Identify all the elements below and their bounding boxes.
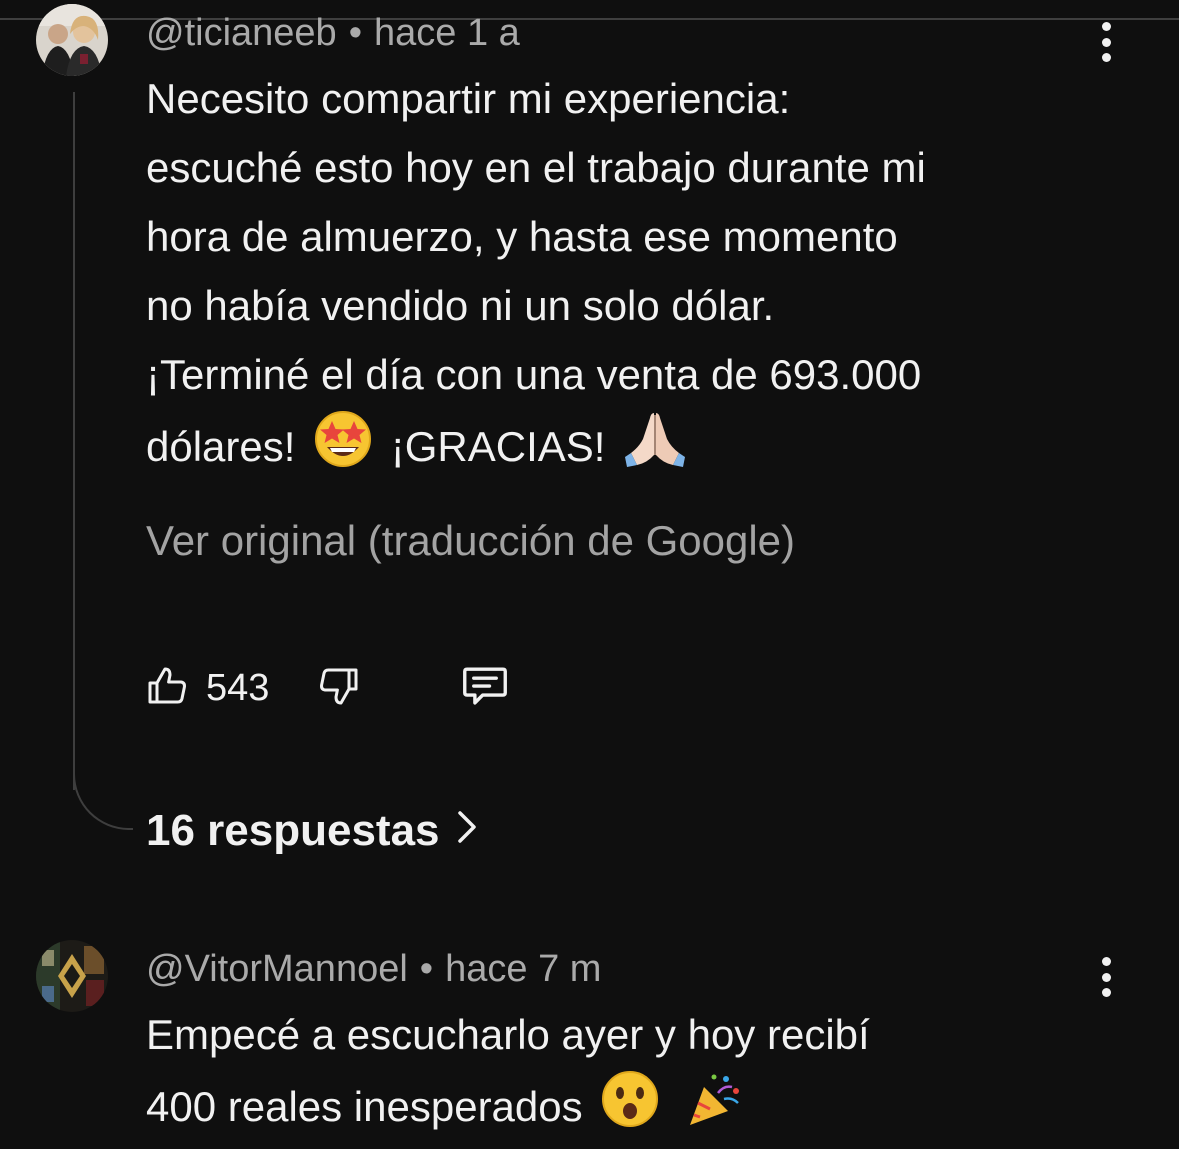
comment-meta: @ticianeeb • hace 1 a [146, 14, 520, 52]
thumbs-down-icon [314, 662, 362, 715]
reply-button[interactable] [458, 660, 512, 716]
comment-time: hace 1 a [374, 12, 520, 54]
comment-time: hace 7 m [445, 948, 602, 990]
chevron-right-icon [440, 806, 480, 856]
party-popper-emoji [684, 1069, 744, 1149]
thumbs-up-icon [144, 662, 192, 715]
comment-text-part: dólares! [146, 423, 296, 470]
comment-text-line: ¡Terminé el día con una venta de 693.000 [146, 351, 922, 398]
like-count: 543 [206, 666, 270, 709]
comment-text-line: Empecé a escucharlo ayer y hoy recibí [146, 1011, 870, 1058]
more-vert-icon[interactable] [1088, 955, 1124, 999]
comment-text-line: Necesito compartir mi experiencia: [146, 75, 791, 122]
thread-connector [73, 770, 133, 830]
comment-text-part: ¡GRACIAS! [390, 423, 606, 470]
thread-line [73, 92, 75, 790]
comment-text-line: no había vendido ni un solo dólar. [146, 282, 775, 329]
author-handle[interactable]: @VitorMannoel [146, 948, 408, 990]
folded-hands-emoji [623, 409, 687, 489]
avatar[interactable] [36, 4, 108, 76]
meta-separator: • [348, 12, 362, 54]
comment-text: Necesito compartir mi experiencia: escuc… [146, 64, 1136, 478]
meta-separator: • [419, 948, 434, 990]
comment-meta: @VitorMannoel • hace 7 m [146, 950, 601, 988]
reply-comment-icon [458, 659, 512, 718]
view-original-link[interactable]: Ver original (traducción de Google) [146, 516, 795, 566]
comment-text: Empecé a escucharlo ayer y hoy recibí 40… [146, 1000, 1136, 1138]
like-button[interactable]: 543 [144, 660, 269, 716]
comment-text-line: escuché esto hoy en el trabajo durante m… [146, 144, 926, 191]
comment-text-line: hora de almuerzo, y hasta ese momento [146, 213, 898, 260]
view-replies-button[interactable]: 16 respuestas [146, 806, 480, 856]
avatar[interactable] [36, 940, 108, 1012]
dislike-button[interactable] [314, 660, 362, 716]
more-vert-icon[interactable] [1088, 20, 1124, 64]
hushed-face-emoji [600, 1069, 660, 1149]
comment-text-line-last: 400 reales inesperados [146, 1069, 1136, 1138]
star-struck-emoji [313, 409, 373, 489]
comment-text-line-last: dólares! ¡GRACIAS! [146, 409, 1136, 478]
replies-count-label: 16 respuestas [146, 806, 440, 855]
author-handle[interactable]: @ticianeeb [146, 12, 337, 54]
